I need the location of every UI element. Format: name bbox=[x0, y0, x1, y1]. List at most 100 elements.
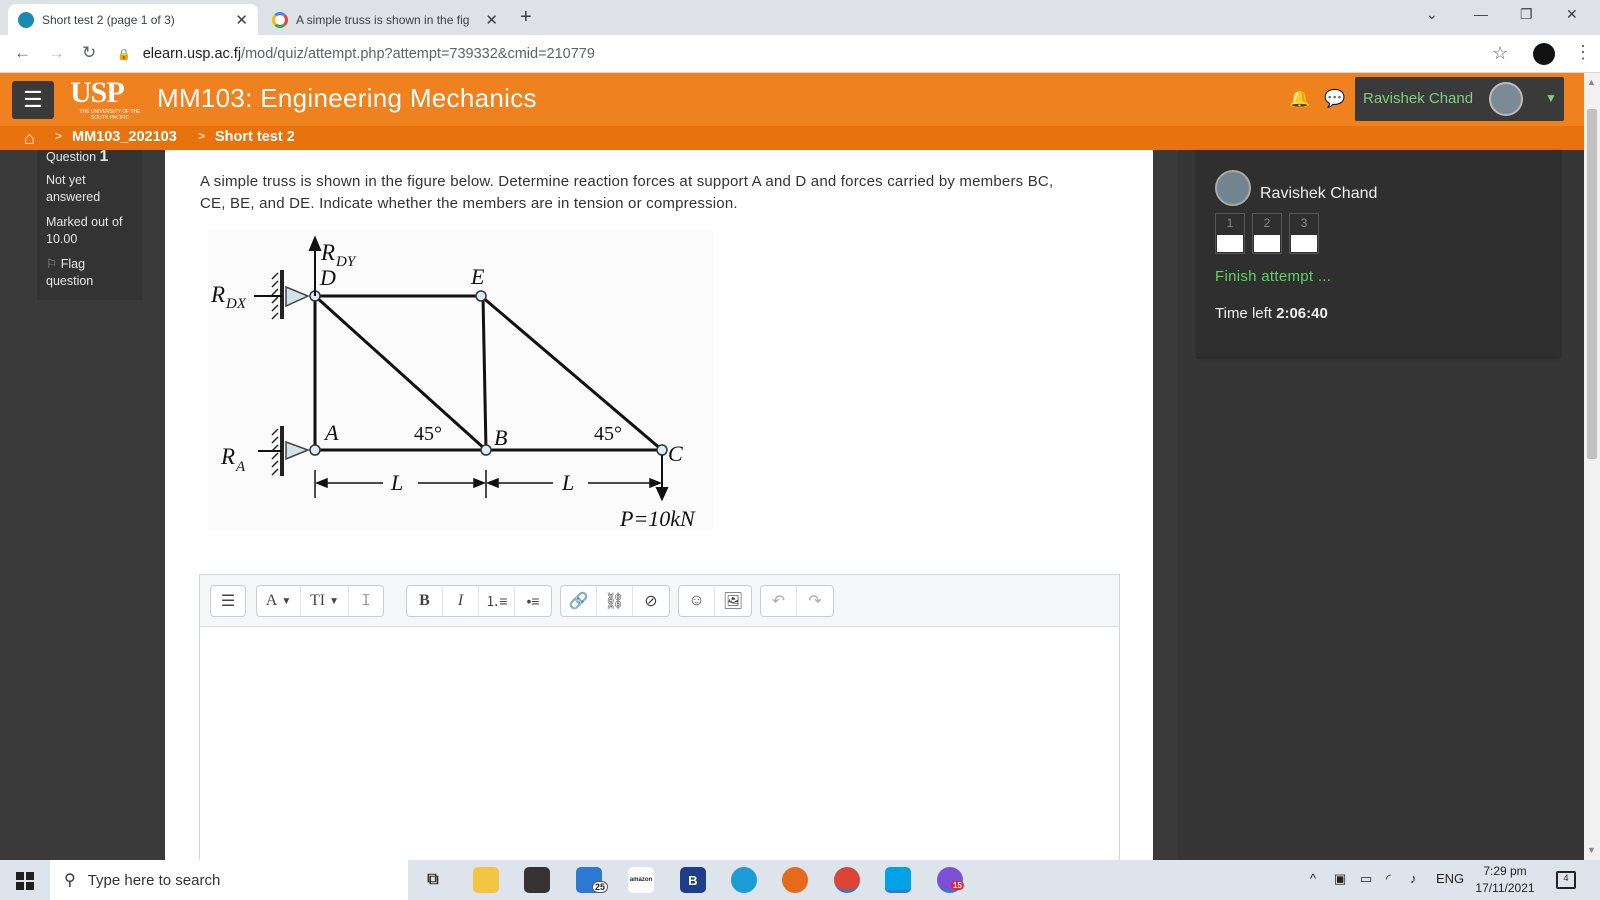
battery-icon[interactable]: ▭ bbox=[1360, 871, 1372, 887]
question-marks: Marked out of 10.00 bbox=[46, 215, 123, 246]
menu-icon[interactable]: ☰ bbox=[211, 586, 245, 616]
redo-icon[interactable]: ↷ bbox=[797, 586, 833, 616]
language-indicator[interactable]: ENG bbox=[1436, 871, 1464, 886]
question-box-status bbox=[1217, 235, 1243, 252]
scrollbar-thumb[interactable] bbox=[1587, 109, 1597, 459]
logo-subtitle: THE UNIVERSITY OF THE SOUTH PACIFIC bbox=[79, 109, 141, 121]
clock-time: 7:29 pm bbox=[1483, 864, 1527, 878]
taskbar-clock[interactable]: 7:29 pm 17/11/2021 bbox=[1470, 863, 1540, 897]
browser-menu-icon[interactable]: ⋮ bbox=[1574, 42, 1592, 63]
taskbar-search-box[interactable]: ⚲ Type here to search bbox=[50, 860, 408, 900]
no-autolink-icon[interactable]: ⊘ bbox=[633, 586, 669, 616]
close-tab-icon[interactable]: ✕ bbox=[485, 11, 498, 29]
mail-icon[interactable]: 25 bbox=[576, 867, 609, 893]
finish-attempt-link[interactable]: Finish attempt ... bbox=[1215, 268, 1331, 285]
breadcrumb-course[interactable]: MM103_202103 bbox=[72, 129, 177, 145]
question-text: A simple truss is shown in the figure be… bbox=[200, 173, 1054, 212]
chat-bubble-icon[interactable]: 💬 bbox=[1324, 89, 1345, 109]
text-cursor-icon[interactable]: 𝙸 bbox=[349, 586, 383, 616]
editor-textarea[interactable] bbox=[200, 628, 1119, 863]
back-icon[interactable]: ← bbox=[14, 43, 31, 63]
bookmark-star-icon[interactable]: ☆ bbox=[1492, 43, 1508, 64]
viber-badge: 15 bbox=[951, 881, 964, 890]
label-rdy-sub: DY bbox=[335, 254, 357, 270]
ordered-list-icon[interactable]: ⒈≡ bbox=[479, 586, 515, 616]
store-icon[interactable] bbox=[524, 867, 550, 893]
close-window-icon[interactable]: ✕ bbox=[1566, 6, 1578, 23]
dimension-label-l1: L bbox=[390, 470, 403, 495]
volume-icon[interactable]: ♪ bbox=[1410, 871, 1417, 886]
chrome-icon[interactable] bbox=[834, 867, 860, 893]
undo-icon[interactable]: ↶ bbox=[761, 586, 797, 616]
b-app-icon[interactable]: B bbox=[680, 867, 706, 893]
load-label: P=10kN bbox=[619, 506, 696, 530]
quiz-nav-question-1[interactable]: 1 bbox=[1215, 213, 1245, 254]
browser-tab-quiz[interactable]: Short test 2 (page 1 of 3) ✕ bbox=[8, 4, 258, 35]
bold-icon[interactable]: B bbox=[407, 586, 443, 616]
time-left: Time left 2:06:40 bbox=[1215, 305, 1328, 322]
question-number: 1 bbox=[99, 148, 109, 165]
unlink-icon[interactable]: ⛓ bbox=[597, 586, 633, 616]
profile-avatar-icon[interactable] bbox=[1533, 43, 1555, 65]
notification-center-icon[interactable]: 4 bbox=[1556, 871, 1576, 889]
url-field[interactable]: 🔒 elearn.usp.ac.fj/mod/quiz/attempt.php?… bbox=[117, 40, 1517, 68]
hamburger-menu-button[interactable]: ☰ bbox=[12, 81, 54, 119]
new-tab-icon[interactable]: + bbox=[520, 6, 532, 29]
label-ra-r: R bbox=[220, 444, 235, 469]
restore-icon[interactable]: ❐ bbox=[1520, 6, 1533, 23]
scroll-down-icon[interactable]: ▼ bbox=[1587, 845, 1596, 855]
question-box-number: 3 bbox=[1300, 216, 1308, 230]
tab-search-chevron-icon[interactable]: ⌄ bbox=[1426, 6, 1438, 23]
angle-label-1: 45° bbox=[414, 423, 442, 445]
amazon-icon[interactable]: amazon bbox=[628, 867, 654, 893]
close-tab-icon[interactable]: ✕ bbox=[235, 11, 248, 29]
edge-icon[interactable] bbox=[731, 867, 757, 893]
dimension-lines bbox=[314, 470, 663, 498]
minimize-icon[interactable]: — bbox=[1474, 6, 1488, 22]
link-icon[interactable]: 🔗 bbox=[561, 586, 597, 616]
quiz-nav-question-3[interactable]: 3 bbox=[1289, 213, 1319, 254]
answer-editor: ☰ A ▼ TI ▼ 𝙸 B I ⒈≡ •≡ 🔗 ⛓ ⊘ ☺ 🖼 ↶ ↷ bbox=[199, 574, 1120, 864]
network-device-icon[interactable]: ▣ bbox=[1334, 871, 1346, 887]
browser-tab-google[interactable]: A simple truss is shown in the fig ✕ bbox=[262, 4, 508, 35]
dimension-label-l2: L bbox=[561, 470, 574, 495]
toolbar-group-links: 🔗 ⛓ ⊘ bbox=[560, 585, 670, 617]
task-view-icon[interactable]: ⧉ bbox=[420, 867, 446, 893]
skype-icon[interactable] bbox=[885, 867, 911, 893]
flag-question-link[interactable]: ⚐ Flag question bbox=[46, 256, 116, 290]
quiz-navigation-block: Ravishek Chand 1 2 3 Finish attempt ... … bbox=[1197, 150, 1560, 357]
usp-logo[interactable]: USP bbox=[70, 78, 125, 108]
reload-icon[interactable]: ↻ bbox=[82, 43, 96, 63]
unordered-list-icon[interactable]: •≡ bbox=[515, 586, 551, 616]
angle-label-2: 45° bbox=[594, 423, 622, 445]
url-host: elearn.usp.ac.fj bbox=[142, 46, 242, 62]
toolbar-group-format: B I ⒈≡ •≡ bbox=[406, 585, 552, 617]
windows-start-icon[interactable] bbox=[16, 872, 34, 890]
home-icon[interactable]: ⌂ bbox=[24, 128, 35, 149]
user-menu-button[interactable]: Ravishek Chand ▼ bbox=[1355, 77, 1564, 121]
font-color-icon[interactable]: A ▼ bbox=[257, 586, 301, 616]
italic-icon[interactable]: I bbox=[443, 586, 479, 616]
course-title[interactable]: MM103: Engineering Mechanics bbox=[157, 83, 537, 114]
tray-chevron-icon[interactable]: ^ bbox=[1310, 871, 1316, 886]
label-rdx-sub: DX bbox=[225, 296, 247, 312]
time-left-value: 2:06:40 bbox=[1276, 305, 1328, 322]
quiz-nav-question-2[interactable]: 2 bbox=[1252, 213, 1282, 254]
bell-icon[interactable]: 🔔 bbox=[1289, 89, 1310, 109]
page-scrollbar[interactable]: ▲ ▼ bbox=[1584, 73, 1600, 860]
image-icon[interactable]: 🖼 bbox=[715, 586, 751, 616]
wifi-icon[interactable]: ◜ bbox=[1386, 871, 1391, 887]
question-box-number: 2 bbox=[1263, 216, 1271, 230]
file-explorer-icon[interactable] bbox=[473, 867, 499, 893]
address-bar-row: ← → ↻ 🔒 elearn.usp.ac.fj/mod/quiz/attemp… bbox=[0, 35, 1600, 73]
breadcrumb-quiz[interactable]: Short test 2 bbox=[215, 129, 295, 145]
nav-user-name: Ravishek Chand bbox=[1260, 185, 1378, 202]
caret-down-icon: ▼ bbox=[1545, 91, 1557, 105]
support-d-wall bbox=[271, 270, 310, 320]
viber-icon[interactable]: 15 bbox=[937, 867, 964, 893]
font-size-icon[interactable]: TI ▼ bbox=[301, 586, 349, 616]
forward-icon[interactable]: → bbox=[48, 43, 65, 63]
emoji-icon[interactable]: ☺ bbox=[679, 586, 715, 616]
firefox-icon[interactable] bbox=[782, 867, 808, 893]
scroll-up-icon[interactable]: ▲ bbox=[1587, 77, 1596, 87]
